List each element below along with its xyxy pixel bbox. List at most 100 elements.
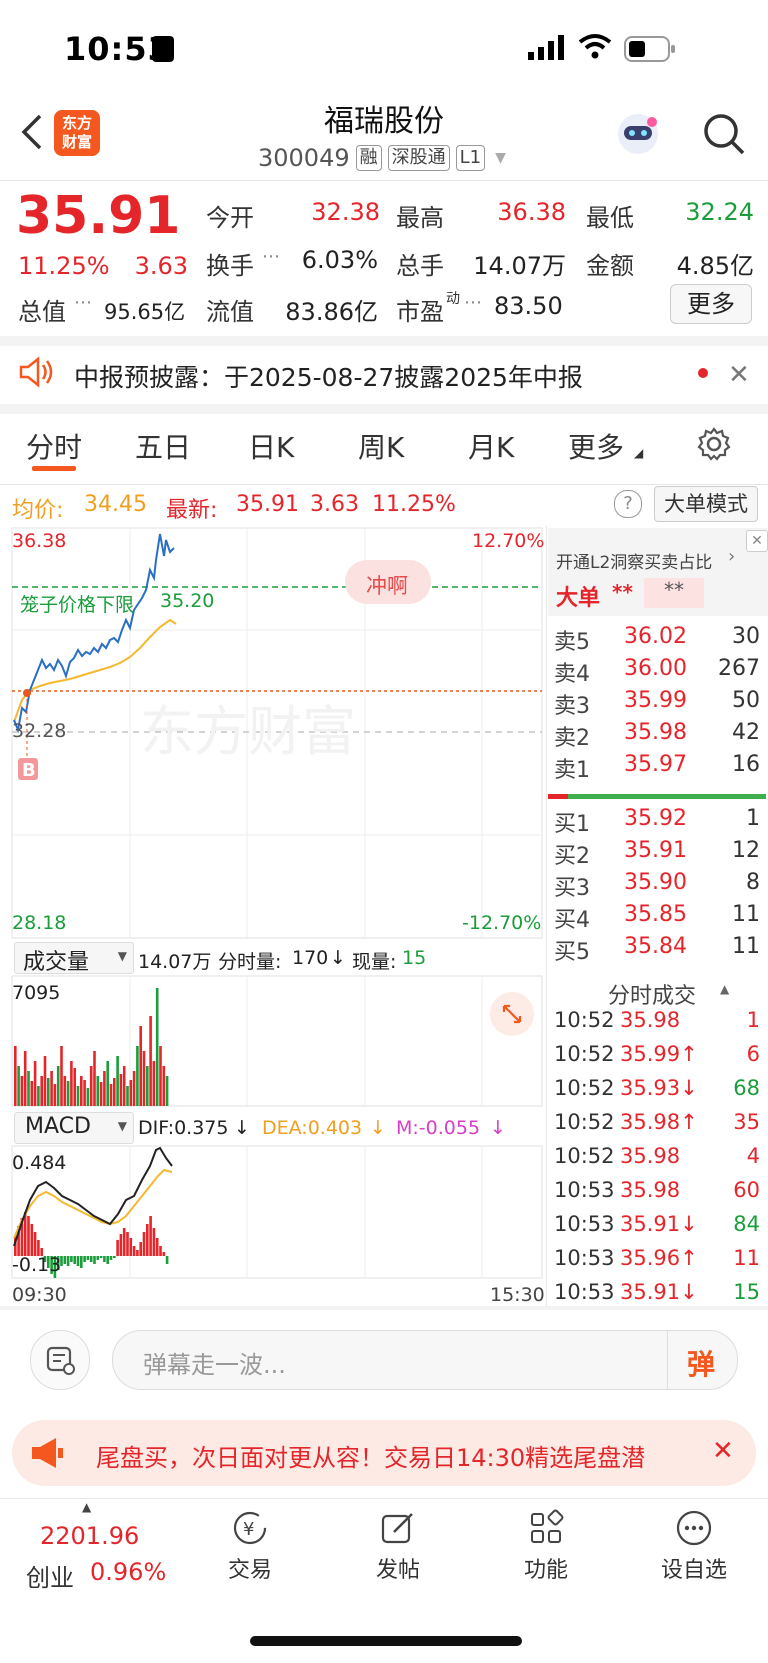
macd-bar	[80, 1256, 83, 1268]
macd-bar	[155, 1238, 159, 1256]
macd-bar	[93, 1256, 96, 1264]
latest-pct: 11.25%	[372, 492, 456, 517]
tag-level: L1	[455, 145, 486, 171]
nav-function[interactable]: 功能	[496, 1508, 596, 1584]
ask-row[interactable]: 卖1 35.97 16	[554, 752, 760, 783]
macd-selector[interactable]: MACD ▼	[14, 1112, 134, 1144]
barrage-settings-icon[interactable]	[30, 1330, 90, 1390]
stock-code-row[interactable]: 300049 融 深股通 L1 ▼	[258, 144, 506, 172]
search-icon[interactable]	[702, 112, 746, 156]
buy-marker[interactable]: B	[22, 760, 36, 781]
tab-weekly-k[interactable]: 周K	[358, 426, 404, 466]
close-icon[interactable]: ✕	[712, 1436, 734, 1466]
big-order-mode-button[interactable]: 大单模式	[654, 486, 758, 522]
nav-post[interactable]: 发帖	[348, 1508, 448, 1584]
bid-label: 买4	[554, 908, 590, 933]
volume-bar	[155, 988, 159, 1106]
tick-time: 10:52	[554, 1110, 615, 1134]
promo-banner-text[interactable]: 尾盘买，次日面对更从容！交易日14:30精选尾盘潜	[96, 1438, 696, 1473]
tab-intraday[interactable]: 分时	[26, 426, 82, 466]
volume-bar	[139, 1026, 142, 1106]
float-cap-value: 83.86亿	[285, 298, 378, 326]
comment-input[interactable]: 弹幕走一波... 弹	[112, 1330, 738, 1390]
notice-text[interactable]: 中报预披露：于2025-08-27披露2025年中报	[74, 358, 583, 394]
dropdown-icon[interactable]: ▼	[495, 150, 506, 166]
volume-bar	[86, 1088, 90, 1106]
info-icon[interactable]: ⋯	[262, 246, 280, 267]
macd-bar	[96, 1256, 100, 1260]
rush-badge[interactable]: 冲啊	[366, 570, 408, 600]
current-volume-label: 现量:	[352, 951, 397, 973]
bid-row[interactable]: 买5 35.84 11	[554, 934, 760, 965]
gear-icon[interactable]	[696, 426, 732, 462]
info-icon[interactable]: ⋯	[464, 292, 482, 313]
cage-price-value: 35.20	[160, 590, 215, 612]
latest-change: 3.63	[310, 492, 359, 517]
ask-row[interactable]: 卖3 35.99 50	[554, 688, 760, 719]
ask-price: 35.99	[624, 688, 687, 713]
volume-bar	[23, 1051, 27, 1106]
ask-label: 卖5	[554, 630, 590, 655]
tick-row: 10:53 35.91↓ 84	[554, 1212, 760, 1242]
tab-five-day[interactable]: 五日	[135, 426, 191, 466]
big-order-gray-value: **	[644, 578, 704, 608]
volume-bar	[53, 1084, 57, 1106]
macd-bar	[132, 1246, 136, 1256]
pct-label-top: 12.70%	[472, 530, 545, 552]
ask-row[interactable]: 卖4 36.00 267	[554, 656, 760, 687]
volume-bar	[132, 1071, 136, 1106]
macd-bar	[122, 1228, 126, 1256]
index-value[interactable]: 2201.96	[40, 1522, 139, 1550]
info-icon[interactable]: ⋯	[74, 292, 92, 313]
bid-row[interactable]: 买1 35.92 1	[554, 806, 760, 837]
ask-price: 36.02	[624, 624, 687, 649]
l2-promo-text[interactable]: 开通L2洞察买卖占比	[556, 548, 712, 573]
pe-label: 市盈	[396, 298, 444, 326]
help-icon[interactable]: ?	[614, 490, 642, 518]
cage-price-label: 笼子价格下限	[20, 594, 135, 616]
volume-bar	[66, 1081, 70, 1106]
ask-row[interactable]: 卖5 36.02 30	[554, 624, 760, 655]
watermark: 东方财富	[140, 700, 356, 763]
bid-volume: 11	[732, 902, 760, 927]
volume-bar	[126, 1086, 129, 1106]
macd-bar	[73, 1256, 76, 1264]
robot-assistant-icon[interactable]	[614, 110, 662, 158]
tab-monthly-k[interactable]: 月K	[468, 426, 514, 466]
y-label-bottom: 28.18	[12, 912, 67, 934]
unread-dot	[698, 368, 708, 378]
tick-volume: 4	[746, 1144, 760, 1168]
macd-bar	[33, 1232, 37, 1256]
intraday-chart[interactable]: 东方财富 B	[0, 526, 548, 1286]
time-start: 09:30	[12, 1284, 67, 1306]
nav-trade[interactable]: ¥ 交易	[200, 1508, 300, 1584]
index-arrow-icon: ▲	[82, 1500, 92, 1514]
sort-up-icon[interactable]: ▲	[720, 982, 729, 996]
tab-more[interactable]: 更多	[568, 426, 624, 466]
ask-volume: 16	[732, 752, 760, 777]
volume-selector[interactable]: 成交量 ▼	[14, 942, 134, 975]
ticks-title[interactable]: 分时成交	[608, 978, 696, 1010]
bid-row[interactable]: 买2 35.91 12	[554, 838, 760, 869]
bid-row[interactable]: 买3 35.90 8	[554, 870, 760, 901]
bid-row[interactable]: 买4 35.85 11	[554, 902, 760, 933]
ask-label: 卖4	[554, 662, 590, 687]
tab-active-indicator	[32, 466, 76, 471]
macd-bar	[89, 1256, 93, 1262]
more-button[interactable]: 更多	[670, 284, 752, 324]
close-icon[interactable]: ✕	[728, 360, 750, 390]
volume-bar	[56, 1066, 60, 1106]
latest-value: 35.91	[236, 492, 299, 517]
tab-daily-k[interactable]: 日K	[248, 426, 294, 466]
barrage-send-icon[interactable]: 弹	[687, 1343, 715, 1383]
macd-bar	[63, 1256, 67, 1264]
contact-card-icon	[152, 36, 174, 62]
close-icon[interactable]: ✕	[746, 530, 768, 552]
tick-time: 10:52	[554, 1008, 615, 1032]
pe-value: 83.50	[494, 292, 563, 320]
tick-time: 10:53	[554, 1212, 615, 1236]
ask-row[interactable]: 卖2 35.98 42	[554, 720, 760, 751]
grid-icon	[531, 1509, 564, 1543]
nav-add-watchlist[interactable]: 设自选	[644, 1508, 744, 1584]
expand-icon[interactable]	[490, 992, 534, 1036]
